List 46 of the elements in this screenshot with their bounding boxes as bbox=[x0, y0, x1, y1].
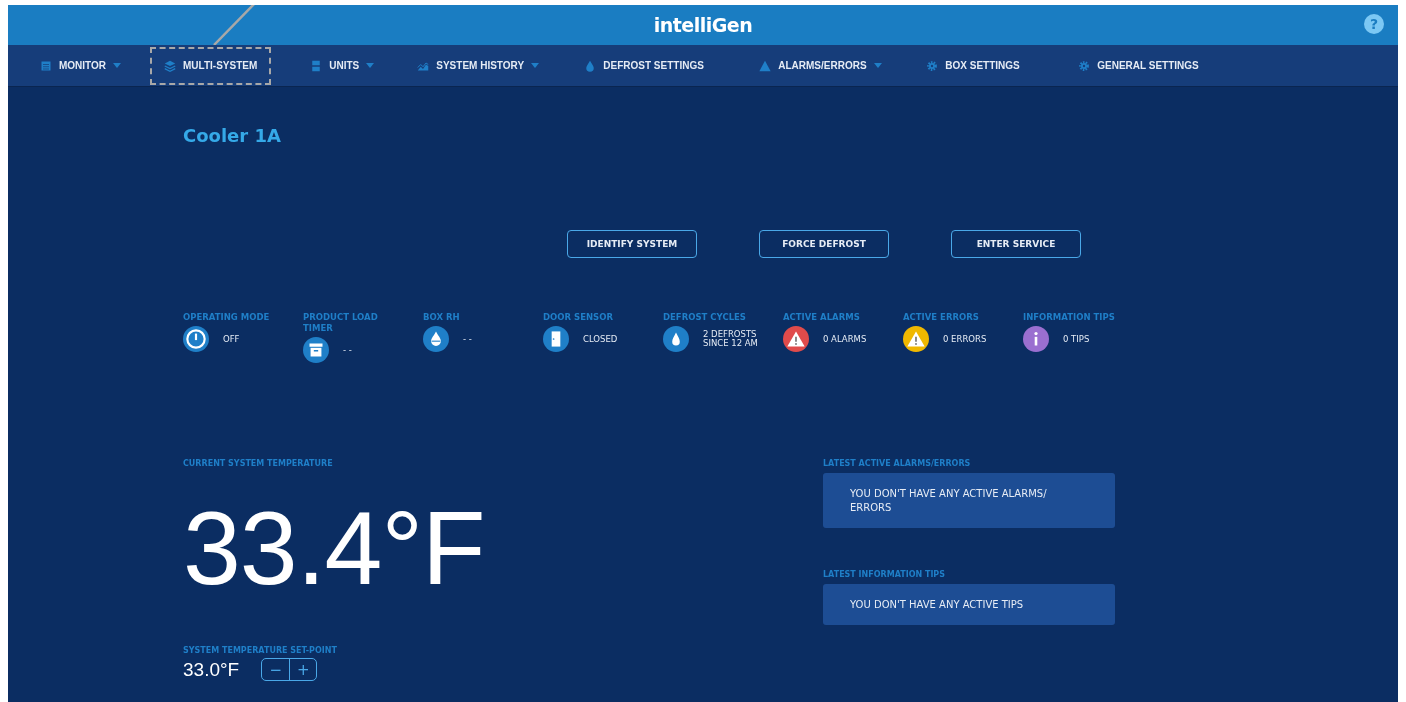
stat-value: 0 ERRORS bbox=[943, 334, 988, 344]
nav-item[interactable]: UNITS bbox=[296, 46, 404, 85]
stat-value: OFF bbox=[223, 334, 241, 344]
action-button[interactable]: FORCE DEFROST bbox=[759, 230, 889, 258]
action-button[interactable]: IDENTIFY SYSTEM bbox=[567, 230, 697, 258]
nav-item[interactable]: SYSTEM HISTORY bbox=[403, 46, 571, 85]
warning-icon bbox=[759, 59, 772, 72]
message-panel: YOU DON'T HAVE ANY ACTIVE ALARMS/ ERRORS bbox=[823, 473, 1115, 528]
panel-label: LATEST ACTIVE ALARMS/ERRORS bbox=[823, 459, 972, 468]
setpoint-label: SYSTEM TEMPERATURE SET-POINT bbox=[183, 646, 338, 655]
stat-label: ACTIVE ERRORS bbox=[903, 312, 980, 323]
setpoint-value: 33.0°F bbox=[183, 658, 240, 681]
nav-item[interactable]: MULTI-SYSTEM bbox=[150, 46, 272, 85]
stat-label: DOOR SENSOR bbox=[543, 312, 614, 323]
action-button[interactable]: ENTER SERVICE bbox=[951, 230, 1081, 258]
units-icon bbox=[310, 59, 323, 72]
decrease-button[interactable]: − bbox=[262, 659, 290, 680]
stat-label: PRODUCT LOAD TIMER bbox=[303, 312, 379, 334]
calendar-icon bbox=[40, 59, 52, 72]
stat-value: 0 ALARMS bbox=[823, 334, 868, 344]
logo: intelliGen bbox=[653, 14, 753, 36]
nav-item[interactable]: DEFROST SETTINGS bbox=[570, 46, 746, 85]
gear-icon bbox=[1078, 59, 1091, 72]
nav-item[interactable]: GENERAL SETTINGS bbox=[1064, 46, 1213, 85]
gear-icon bbox=[926, 59, 939, 72]
message-panel: YOU DON'T HAVE ANY ACTIVE TIPS bbox=[823, 584, 1115, 625]
stat-label: INFORMATION TIPS bbox=[1023, 312, 1116, 323]
stat-label: BOX RH bbox=[423, 312, 461, 323]
nav-item[interactable]: MONITOR bbox=[26, 46, 150, 85]
nav-item[interactable]: ALARMS/ERRORS bbox=[745, 46, 913, 85]
temperature-value: 33.4°F bbox=[183, 489, 486, 608]
stat-value: - - bbox=[463, 334, 473, 344]
stat-label: DEFROST CYCLES bbox=[663, 312, 747, 323]
stat-label: OPERATING MODE bbox=[183, 312, 271, 323]
nav-item[interactable]: BOX SETTINGS bbox=[912, 46, 1065, 85]
page-title: Cooler 1A bbox=[183, 125, 282, 146]
layers-icon bbox=[164, 59, 176, 72]
temperature-label: CURRENT SYSTEM TEMPERATURE bbox=[183, 459, 334, 468]
stat-value: 0 TIPS bbox=[1063, 334, 1091, 344]
stat-label: ACTIVE ALARMS bbox=[783, 312, 861, 323]
increase-button[interactable]: + bbox=[289, 659, 317, 680]
stat-value: CLOSED bbox=[583, 334, 619, 344]
stat-value: 2 DEFROSTS SINCE 12 AM bbox=[703, 330, 759, 348]
panel-label: LATEST INFORMATION TIPS bbox=[823, 570, 946, 579]
stat-value: - - bbox=[343, 345, 353, 355]
drop-icon bbox=[584, 59, 597, 72]
